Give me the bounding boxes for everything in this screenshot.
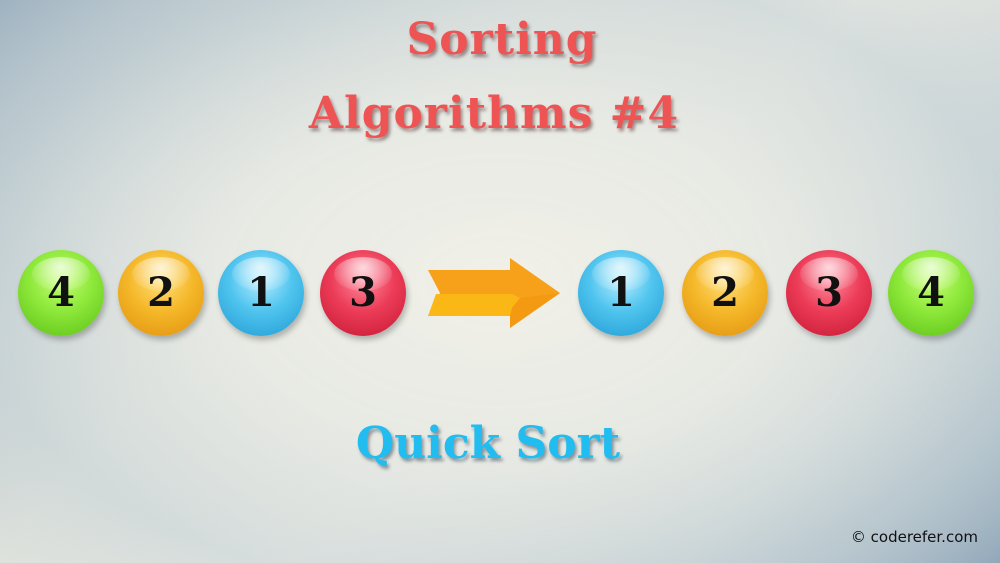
ball-number: 2 [147,269,175,316]
unsorted-ball-2: 2 [118,250,204,336]
sorted-ball-2: 2 [682,250,768,336]
copyright-text: © coderefer.com [850,528,978,546]
sorted-ball-1: 1 [578,250,664,336]
ball-number: 4 [917,269,945,316]
title-line-1: Sorting [406,14,598,65]
ball-number: 3 [349,269,377,316]
right-arrow-icon [428,258,560,328]
unsorted-ball-3: 1 [218,250,304,336]
subtitle: Quick Sort [355,418,621,469]
title-line-2: Algorithms #4 [308,88,680,139]
ball-number: 2 [711,269,739,316]
sorted-ball-3: 3 [786,250,872,336]
ball-number: 3 [815,269,843,316]
unsorted-ball-4: 3 [320,250,406,336]
ball-number: 1 [247,269,275,316]
sorted-ball-4: 4 [888,250,974,336]
unsorted-ball-1: 4 [18,250,104,336]
ball-number: 4 [47,269,75,316]
ball-number: 1 [607,269,635,316]
